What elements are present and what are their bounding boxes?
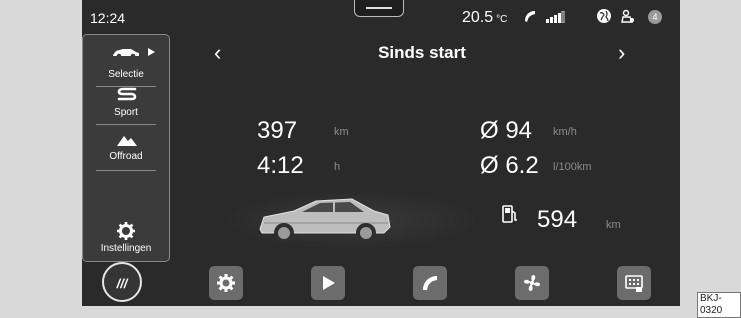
- sport-s-icon: [117, 87, 137, 101]
- average-speed-unit: km/h: [553, 126, 577, 138]
- apps-button[interactable]: [617, 266, 651, 300]
- page-title: Sinds start: [378, 43, 466, 62]
- outside-temperature: 20.5 °C: [462, 9, 508, 26]
- online-services-icon: [597, 9, 611, 23]
- drive-mode-label: Offroad: [109, 151, 143, 162]
- phone-icon: [525, 11, 535, 22]
- drive-mode-sidebar: Selectie Sport Offroad Instellingen: [82, 34, 170, 262]
- fuel-pump-icon: [502, 205, 517, 223]
- notification-handle[interactable]: [354, 0, 404, 17]
- climate-button[interactable]: [515, 266, 549, 300]
- duration-value: 4:12: [257, 152, 304, 179]
- fan-icon: [524, 275, 540, 291]
- smartphone-apps-icon: [625, 275, 643, 292]
- drive-mode-label: Sport: [114, 107, 138, 118]
- settings-button[interactable]: [209, 266, 243, 300]
- previous-page-button[interactable]: ‹: [214, 40, 221, 66]
- driver-profile-icon: [621, 9, 634, 23]
- drive-mode-selectie[interactable]: Selectie: [83, 39, 169, 87]
- range-unit: km: [606, 219, 621, 231]
- average-consumption-value: Ø 6.2: [480, 152, 539, 179]
- drive-mode-offroad[interactable]: Offroad: [83, 133, 169, 179]
- infotainment-screen: 12:24 20.5 °C 4 Selectie Sport Offroad I…: [82, 0, 680, 306]
- play-indicator-icon: [148, 48, 155, 56]
- average-consumption-unit: l/100km: [553, 161, 592, 173]
- figure-code: BKJ-0320: [697, 292, 741, 318]
- gear-icon: [217, 274, 235, 292]
- menu-button[interactable]: ///: [102, 262, 142, 302]
- notification-count-badge[interactable]: 4: [648, 10, 662, 24]
- duration-unit: h: [334, 161, 341, 173]
- mountain-icon: [117, 136, 137, 146]
- range-value: 594: [537, 206, 578, 233]
- car-image: [259, 198, 391, 243]
- signal-strength-icon: [546, 11, 565, 23]
- gear-icon[interactable]: [117, 222, 135, 240]
- drive-mode-sport[interactable]: Sport: [83, 87, 169, 133]
- play-icon: [323, 276, 335, 290]
- distance-unit: km: [334, 126, 349, 138]
- car-icon: [113, 49, 139, 59]
- settings-label[interactable]: Instellingen: [83, 243, 169, 254]
- media-button[interactable]: [311, 266, 345, 300]
- drive-mode-label: Selectie: [108, 69, 144, 80]
- status-bar: 12:24 20.5 °C 4: [82, 0, 680, 34]
- clock: 12:24: [90, 10, 126, 26]
- phone-button[interactable]: [413, 266, 447, 300]
- next-page-button[interactable]: ›: [618, 40, 625, 66]
- phone-icon: [423, 276, 437, 290]
- bottom-dock: ///: [82, 262, 680, 306]
- average-speed-value: Ø 94: [480, 117, 533, 144]
- distance-value: 397: [257, 117, 298, 144]
